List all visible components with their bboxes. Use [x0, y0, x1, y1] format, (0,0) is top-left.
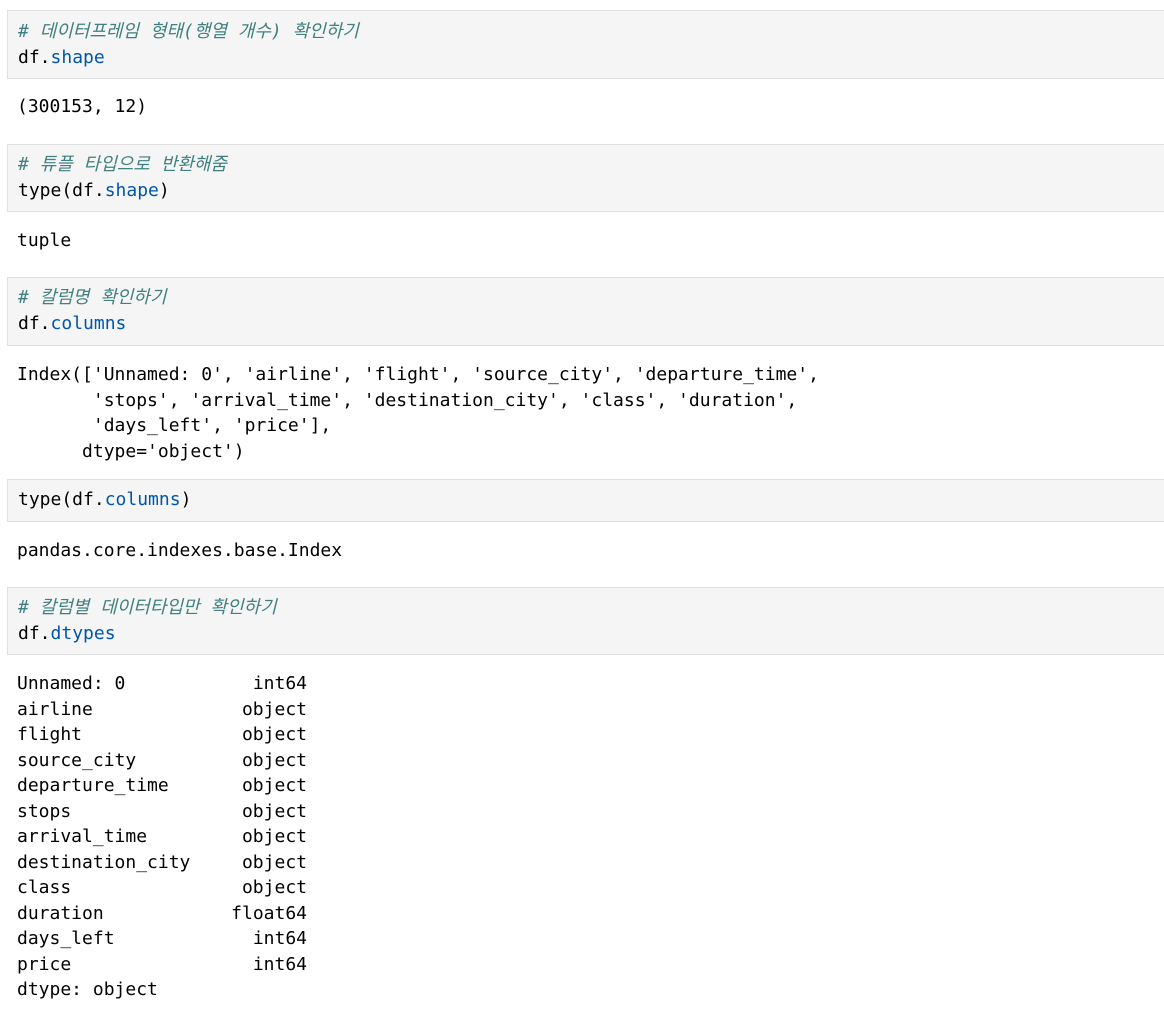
dtype-column-type: object [241, 724, 307, 745]
code-text: df. [18, 622, 51, 644]
dtype-column-name: departure_time [17, 775, 169, 796]
dtype-column-name: days_left [17, 928, 115, 949]
code-text: type(df. [18, 179, 105, 201]
dtype-row: class object [17, 875, 1164, 901]
dtype-column-name: price [17, 953, 72, 975]
output-line: pandas.core.indexes.base.Index [17, 540, 343, 561]
code-attribute: dtypes [50, 622, 116, 644]
dtype-footer: dtype: object [17, 979, 158, 1000]
dtype-row: arrival_time object [17, 824, 1164, 850]
code-line: df.columns [18, 311, 1164, 337]
dtype-row: flight object [17, 722, 1164, 748]
code-cell-2-output: tuple [7, 228, 1164, 258]
code-text: df. [18, 46, 51, 68]
dtype-row: departure_time object [17, 773, 1164, 799]
code-attribute: columns [50, 312, 127, 334]
code-cell-1-input[interactable]: # 데이터프레임 형태(행열 개수) 확인하기 df.shape [7, 10, 1164, 79]
code-cell-1-output: (300153, 12) [7, 94, 1164, 124]
dtype-row: price int64 [17, 952, 1164, 978]
code-text: ) [158, 179, 170, 201]
dtype-row: Unnamed: 0 int64 [17, 671, 1164, 697]
dtype-column-name: duration [17, 902, 104, 924]
dtype-column-type: int64 [252, 928, 307, 949]
dtype-row: source_city object [17, 748, 1164, 774]
output-line: 'days_left', 'price'], [17, 415, 332, 436]
output-line: (300153, 12) [17, 96, 148, 117]
code-text: ) [180, 489, 192, 510]
dtype-column-type: object [241, 851, 307, 873]
dtype-row: stops object [17, 799, 1164, 825]
dtype-row: airline object [17, 697, 1164, 723]
dtype-column-type: object [241, 800, 307, 822]
code-comment: # 칼럼별 데이터타입만 확인하기 [18, 597, 277, 618]
dtype-column-type: object [241, 749, 307, 771]
dtype-column-type: int64 [252, 953, 307, 975]
code-comment: # 데이터프레임 형태(행열 개수) 확인하기 [18, 21, 359, 42]
code-text: type(df. [18, 489, 105, 510]
code-attribute: columns [104, 489, 181, 510]
code-cell-2-input[interactable]: # 튜플 타입으로 반환해줌 type(df.shape) [7, 144, 1164, 212]
dtype-column-name: Unnamed: 0 [17, 673, 126, 694]
dtype-row: destination_city object [17, 850, 1164, 876]
dtype-column-name: flight [17, 724, 83, 745]
code-attribute: shape [104, 179, 159, 201]
code-cell-4-output: pandas.core.indexes.base.Index [7, 538, 1164, 568]
code-line: type(df.columns) [18, 487, 1164, 513]
dtype-column-name: arrival_time [17, 826, 148, 847]
code-cell-3-input[interactable]: # 칼럼명 확인하기 df.columns [7, 277, 1164, 346]
dtype-column-name: class [17, 877, 72, 898]
dtype-column-type: object [241, 877, 307, 898]
output-line: 'stops', 'arrival_time', 'destination_ci… [17, 389, 798, 411]
code-cell-5-input[interactable]: # 칼럼별 데이터타입만 확인하기 df.dtypes [7, 587, 1164, 655]
code-comment: # 튜플 타입으로 반환해줌 [18, 154, 227, 175]
code-cell-3-output: Index(['Unnamed: 0', 'airline', 'flight'… [7, 362, 1164, 467]
code-attribute: shape [50, 46, 105, 68]
dtype-column-type: object [241, 698, 307, 720]
dtype-column-type: float64 [231, 902, 307, 924]
code-text: df. [18, 312, 51, 334]
code-line: type(df.shape) [18, 178, 1164, 204]
dtype-column-name: stops [17, 800, 72, 822]
dtype-row: days_left int64 [17, 926, 1164, 952]
output-line: tuple [17, 230, 72, 251]
code-cell-5-output: Unnamed: 0 int64 airline object flight obje… [7, 671, 1164, 1003]
dtype-list: Unnamed: 0 int64 airline object flight obje… [17, 671, 1164, 1003]
dtype-column-name: airline [17, 698, 93, 720]
dtype-column-name: destination_city [17, 851, 191, 873]
code-line: df.dtypes [18, 621, 1164, 647]
output-line: Index(['Unnamed: 0', 'airline', 'flight'… [17, 364, 819, 385]
code-line: df.shape [18, 45, 1164, 71]
code-comment: # 칼럼명 확인하기 [18, 287, 167, 308]
dtype-column-type: object [241, 826, 307, 847]
code-cell-4-input[interactable]: type(df.columns) [7, 479, 1164, 522]
dtype-row: duration float64 [17, 901, 1164, 927]
dtype-column-type: object [241, 775, 307, 796]
dtype-column-type: int64 [252, 673, 307, 694]
output-line: dtype='object') [17, 440, 245, 462]
dtype-column-name: source_city [17, 749, 137, 771]
